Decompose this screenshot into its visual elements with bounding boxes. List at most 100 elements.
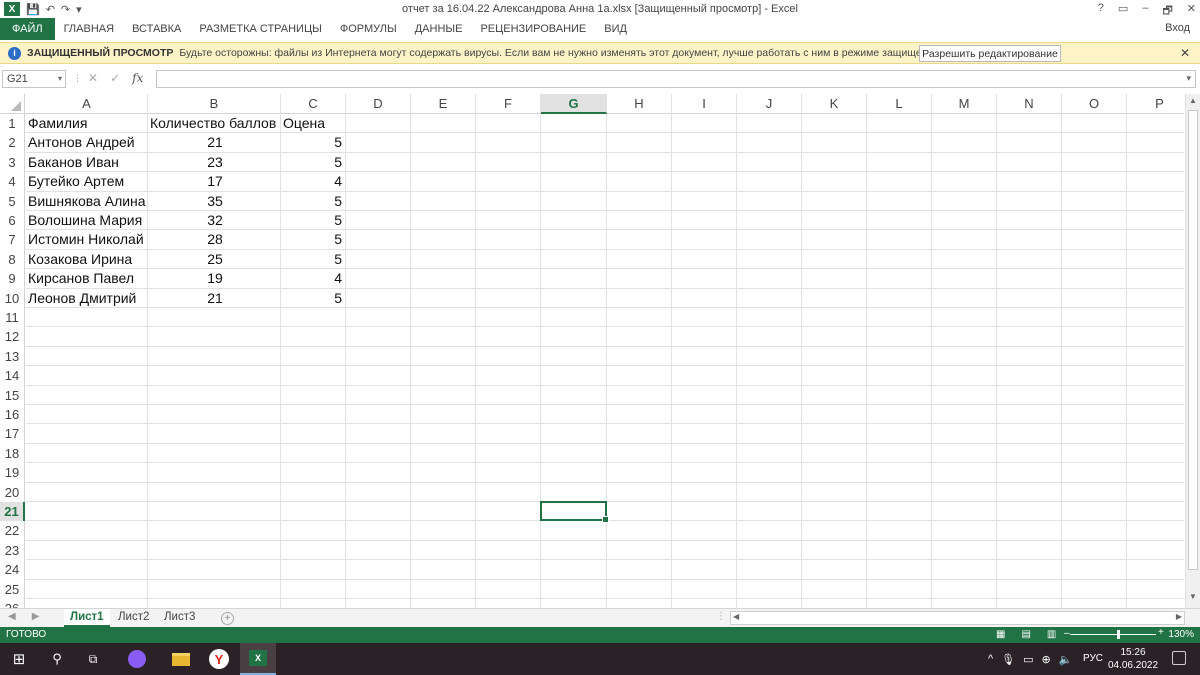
column-header-m[interactable]: M [932, 94, 997, 114]
tab-page-layout[interactable]: РАЗМЕТКА СТРАНИЦЫ [190, 18, 330, 40]
expand-formula-icon[interactable]: ▾ [1186, 73, 1191, 84]
column-header-i[interactable]: I [672, 94, 737, 114]
column-header-h[interactable]: H [607, 94, 672, 114]
row-header-4[interactable]: 4 [0, 172, 25, 192]
row-header-9[interactable]: 9 [0, 269, 25, 289]
tab-formulas[interactable]: ФОРМУЛЫ [331, 18, 406, 40]
row-header-10[interactable]: 10 [0, 288, 25, 308]
zoom-out-icon[interactable]: – [1064, 628, 1070, 639]
score-cell[interactable]: 28 [150, 230, 280, 249]
tab-insert[interactable]: ВСТАВКА [123, 18, 190, 40]
notifications-icon[interactable] [1172, 651, 1186, 665]
row-header-14[interactable]: 14 [0, 366, 25, 386]
column-header-k[interactable]: K [802, 94, 867, 114]
grade-cell[interactable]: 4 [283, 172, 345, 191]
excel-logo-icon[interactable]: X [4, 2, 20, 16]
excel-taskbar-icon[interactable]: X [240, 643, 276, 675]
grade-cell[interactable]: 5 [283, 230, 345, 249]
name-cell[interactable]: Антонов Андрей [28, 133, 147, 152]
name-cell[interactable]: Вишнякова Алина [28, 192, 147, 211]
row-header-5[interactable]: 5 [0, 191, 25, 211]
grade-cell[interactable]: 5 [283, 211, 345, 230]
redo-icon[interactable]: ↷ [61, 3, 70, 16]
header-cell[interactable]: Оцена [283, 114, 345, 133]
row-header-12[interactable]: 12 [0, 327, 25, 347]
task-view-icon[interactable]: ⧉ [82, 649, 104, 669]
tab-view[interactable]: ВИД [595, 18, 636, 40]
active-cell[interactable] [540, 501, 609, 524]
normal-view-icon[interactable]: ▦ [996, 629, 1005, 640]
grade-cell[interactable]: 5 [283, 192, 345, 211]
zoom-level[interactable]: 130% [1168, 629, 1194, 640]
column-header-j[interactable]: J [737, 94, 802, 114]
grade-cell[interactable]: 5 [283, 289, 345, 308]
column-header-a[interactable]: A [26, 94, 148, 114]
name-box[interactable]: G21 ▾ [2, 70, 66, 88]
column-header-o[interactable]: O [1062, 94, 1127, 114]
column-header-p[interactable]: P [1127, 94, 1184, 114]
yandex-browser-icon[interactable]: Y [208, 649, 230, 669]
alice-assistant-icon[interactable] [126, 649, 148, 669]
worksheet-grid[interactable]: ABCDEFGHIJKLMNOP 1 2 3 4 5 6 7 8 9 10 11 12 13 14 15 16… [0, 94, 1184, 608]
formula-input[interactable]: ▾ [156, 70, 1196, 88]
windows-start-icon[interactable]: ⊞ [8, 649, 30, 669]
tab-home[interactable]: ГЛАВНАЯ [55, 18, 123, 40]
grade-cell[interactable]: 5 [283, 133, 345, 152]
file-explorer-icon[interactable] [170, 649, 192, 669]
column-header-g[interactable]: G [541, 94, 607, 114]
enter-icon[interactable]: ✓ [110, 71, 120, 85]
save-icon[interactable]: 💾 [26, 3, 40, 16]
grade-cell[interactable]: 5 [283, 250, 345, 269]
battery-icon[interactable]: ▭ [1023, 653, 1033, 666]
splitter-icon[interactable]: ⋮ [716, 611, 726, 622]
zoom-in-icon[interactable]: + [1158, 627, 1164, 638]
row-header-21[interactable]: 21 [0, 502, 25, 522]
volume-icon[interactable]: 🔈 [1059, 653, 1073, 666]
drag-handle-icon[interactable]: ⋮ [73, 73, 82, 84]
score-cell[interactable]: 17 [150, 172, 280, 191]
score-cell[interactable]: 25 [150, 250, 280, 269]
undo-icon[interactable]: ↶ [46, 3, 55, 16]
name-cell[interactable]: Бутейко Артем [28, 172, 147, 191]
row-header-7[interactable]: 7 [0, 230, 25, 250]
network-icon[interactable]: ⊕ [1042, 653, 1051, 666]
tab-data[interactable]: ДАННЫЕ [406, 18, 472, 40]
row-header-23[interactable]: 23 [0, 540, 25, 561]
row-header-22[interactable]: 22 [0, 521, 25, 541]
row-header-8[interactable]: 8 [0, 249, 25, 270]
enable-editing-button[interactable]: Разрешить редактирование [919, 45, 1061, 62]
name-cell[interactable]: Кирсанов Павел [28, 269, 147, 288]
score-cell[interactable]: 23 [150, 153, 280, 172]
header-cell[interactable]: Фамилия [28, 114, 147, 133]
grade-cell[interactable]: 5 [283, 153, 345, 172]
row-header-11[interactable]: 11 [0, 308, 25, 328]
add-sheet-button[interactable]: + [221, 612, 234, 625]
scroll-up-icon[interactable]: ▲ [1186, 96, 1200, 110]
score-cell[interactable]: 35 [150, 192, 280, 211]
name-cell[interactable]: Истомин Николай [28, 230, 147, 249]
horizontal-scrollbar[interactable]: ◀ ▶ [730, 611, 1185, 625]
column-header-b[interactable]: B [148, 94, 281, 114]
row-header-3[interactable]: 3 [0, 152, 25, 173]
scroll-right-icon[interactable]: ▶ [1176, 612, 1182, 621]
customize-qat-icon[interactable]: ▾ [76, 3, 82, 16]
zoom-slider-thumb[interactable] [1117, 630, 1120, 639]
score-cell[interactable]: 21 [150, 133, 280, 152]
row-header-6[interactable]: 6 [0, 211, 25, 231]
row-header-13[interactable]: 13 [0, 346, 25, 367]
clock[interactable]: 15:26 04.06.2022 [1106, 646, 1160, 672]
search-icon[interactable]: ⚲ [46, 649, 68, 669]
row-header-15[interactable]: 15 [0, 385, 25, 405]
row-header-25[interactable]: 25 [0, 579, 25, 599]
select-all-button[interactable] [0, 94, 25, 114]
column-header-f[interactable]: F [476, 94, 541, 114]
column-header-d[interactable]: D [346, 94, 411, 114]
score-cell[interactable]: 32 [150, 211, 280, 230]
cancel-icon[interactable]: ✕ [88, 71, 98, 85]
scroll-thumb[interactable] [1188, 110, 1198, 570]
column-header-l[interactable]: L [867, 94, 932, 114]
signin-link[interactable]: Вход [1165, 22, 1190, 34]
zoom-slider[interactable] [1070, 634, 1156, 635]
column-header-e[interactable]: E [411, 94, 476, 114]
row-header-24[interactable]: 24 [0, 560, 25, 580]
